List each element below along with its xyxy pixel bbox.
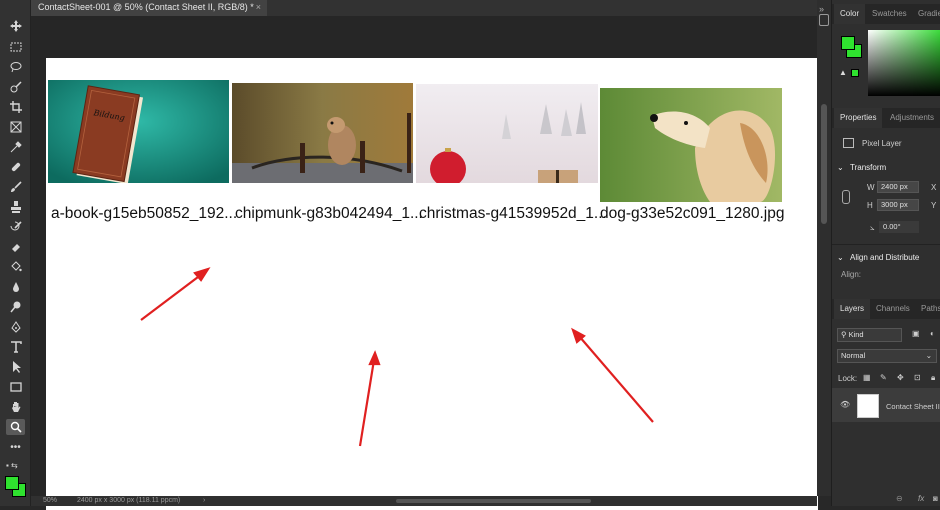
path-select-icon[interactable] bbox=[6, 359, 25, 375]
add-mask-icon[interactable]: ◙ bbox=[933, 494, 938, 503]
red-arrow-left bbox=[140, 273, 203, 321]
angle-icon: ⦣ bbox=[870, 223, 875, 232]
y-label: Y bbox=[931, 201, 937, 210]
hand-icon[interactable] bbox=[6, 399, 25, 415]
eye-icon[interactable]: 👁︎ bbox=[840, 400, 850, 409]
tab-gradients[interactable]: Gradie bbox=[918, 4, 940, 24]
align-title[interactable]: Align and Distribute bbox=[850, 253, 919, 262]
transform-chevron-icon[interactable]: ⌄ bbox=[837, 163, 844, 172]
layer-filter-select[interactable]: ⚲ Kind bbox=[837, 328, 902, 342]
document-tab[interactable]: ContactSheet-001 @ 50% (Contact Sheet II… bbox=[31, 0, 267, 16]
filter-image-icon[interactable]: ▣ bbox=[912, 329, 920, 338]
status-chevron-icon[interactable]: › bbox=[203, 496, 205, 506]
right-panels: Color Swatches Gradie ▲ Properties Adjus… bbox=[831, 0, 940, 506]
document-tab-bar: ContactSheet-001 @ 50% (Contact Sheet II… bbox=[31, 0, 817, 16]
close-tab-icon[interactable]: × bbox=[256, 0, 261, 14]
lock-pixels-icon[interactable]: ✎ bbox=[880, 373, 887, 382]
tab-properties[interactable]: Properties bbox=[834, 108, 883, 128]
warning-icon[interactable]: ▲ bbox=[839, 68, 847, 77]
tab-paths[interactable]: Paths bbox=[921, 299, 940, 319]
default-colors-icon[interactable]: ▪ ⇆ bbox=[6, 458, 25, 474]
paint-bucket-icon[interactable] bbox=[6, 259, 25, 275]
color-panel-tabs: Color Swatches Gradie bbox=[832, 4, 940, 24]
tab-color[interactable]: Color bbox=[834, 4, 866, 24]
horizontal-scrollbar[interactable] bbox=[396, 499, 591, 503]
tab-swatches[interactable]: Swatches bbox=[872, 4, 907, 24]
healing-icon[interactable] bbox=[6, 159, 25, 175]
collapse-panels-icon[interactable]: » bbox=[819, 4, 824, 14]
link-dimensions-icon[interactable] bbox=[842, 190, 850, 204]
status-bar: 50% 2400 px x 3000 px (118.11 ppcm) › bbox=[31, 496, 817, 506]
more-tools-icon[interactable]: ••• bbox=[6, 440, 25, 456]
red-arrow-right bbox=[578, 335, 654, 423]
x-label: X bbox=[931, 183, 937, 192]
crop-icon[interactable] bbox=[6, 99, 25, 115]
red-arrow-middle-head bbox=[368, 350, 381, 366]
eraser-icon[interactable] bbox=[6, 239, 25, 255]
tab-layers[interactable]: Layers bbox=[834, 299, 871, 319]
blur-icon[interactable] bbox=[6, 279, 25, 295]
document-canvas[interactable]: Bildung a-book-g15eb50852_192... chipmun… bbox=[46, 58, 818, 510]
layer-thumbnail bbox=[857, 394, 879, 418]
document-tab-title: ContactSheet-001 @ 50% (Contact Sheet II… bbox=[38, 2, 254, 12]
align-chevron-icon[interactable]: ⌄ bbox=[837, 253, 844, 262]
width-label: W bbox=[867, 183, 875, 192]
rectangle-icon[interactable] bbox=[6, 379, 25, 395]
vertical-scroll-thumb[interactable] bbox=[821, 104, 827, 224]
lock-transparent-icon[interactable]: ▦ bbox=[863, 373, 871, 382]
divider bbox=[832, 244, 940, 245]
layer-style-icon[interactable]: fx bbox=[918, 494, 924, 503]
lock-position-icon[interactable]: ✥ bbox=[897, 373, 904, 382]
eyedropper-icon[interactable] bbox=[6, 139, 25, 155]
kind-label: Kind bbox=[848, 330, 864, 339]
layer-name[interactable]: Contact Sheet II bbox=[886, 402, 940, 411]
angle-field[interactable]: 0.00° bbox=[879, 221, 919, 233]
history-brush-icon[interactable] bbox=[6, 219, 25, 235]
document-info: 2400 px x 3000 px (118.11 ppcm) bbox=[77, 497, 181, 504]
tab-channels[interactable]: Channels bbox=[876, 299, 910, 319]
canvas-area[interactable]: Bildung a-book-g15eb50852_192... chipmun… bbox=[31, 16, 818, 510]
blend-mode-select[interactable]: Normal ⌄ bbox=[837, 349, 937, 363]
color-panel-fg-swatch[interactable] bbox=[841, 36, 855, 50]
link-layers-icon[interactable]: ⊖ bbox=[896, 494, 903, 503]
search-icon: ⚲ bbox=[841, 330, 849, 339]
red-arrow-middle bbox=[358, 359, 376, 447]
height-label: H bbox=[867, 201, 873, 210]
vertical-scrollbar[interactable]: » bbox=[817, 0, 831, 496]
move-icon[interactable] bbox=[6, 18, 25, 34]
height-field[interactable]: 3000 px bbox=[877, 199, 919, 211]
color-field[interactable] bbox=[868, 30, 940, 96]
annotation-arrows bbox=[140, 267, 654, 447]
lock-all-icon[interactable]: 🔒︎ bbox=[931, 373, 935, 383]
properties-panel-tabs: Properties Adjustments bbox=[832, 108, 940, 128]
tools-panel: ••• ▪ ⇆ bbox=[0, 0, 31, 506]
frame-icon[interactable] bbox=[6, 119, 25, 135]
quick-select-icon[interactable] bbox=[6, 79, 25, 95]
transform-title[interactable]: Transform bbox=[850, 163, 886, 172]
lock-label: Lock: bbox=[838, 374, 858, 383]
lasso-icon[interactable] bbox=[6, 59, 25, 75]
lock-artboard-icon[interactable]: ⊡ bbox=[914, 373, 921, 382]
pen-icon[interactable] bbox=[6, 319, 25, 335]
layers-panel-tabs: Layers Channels Paths bbox=[832, 299, 940, 319]
filter-adjustment-icon[interactable]: ◐ bbox=[930, 329, 935, 338]
type-icon[interactable] bbox=[6, 339, 25, 355]
chevron-down-icon: ⌄ bbox=[925, 351, 932, 360]
width-field[interactable]: 2400 px bbox=[877, 181, 919, 193]
web-safe-swatch[interactable] bbox=[851, 69, 859, 77]
zoom-icon[interactable] bbox=[6, 419, 25, 435]
pixel-layer-icon bbox=[843, 138, 854, 148]
stamp-icon[interactable] bbox=[6, 199, 25, 215]
panel-toggle-icon[interactable] bbox=[819, 14, 829, 26]
tab-adjustments[interactable]: Adjustments bbox=[890, 108, 934, 128]
blend-mode-value: Normal bbox=[841, 351, 866, 360]
dodge-icon[interactable] bbox=[6, 299, 25, 315]
align-label: Align: bbox=[841, 270, 862, 279]
marquee-icon[interactable] bbox=[6, 39, 25, 55]
layer-row[interactable]: 👁︎ Contact Sheet II bbox=[832, 388, 940, 422]
pixel-layer-label: Pixel Layer bbox=[862, 139, 902, 148]
zoom-level[interactable]: 50% bbox=[43, 496, 57, 506]
foreground-color-swatch[interactable] bbox=[5, 476, 19, 490]
brush-icon[interactable] bbox=[6, 179, 25, 195]
